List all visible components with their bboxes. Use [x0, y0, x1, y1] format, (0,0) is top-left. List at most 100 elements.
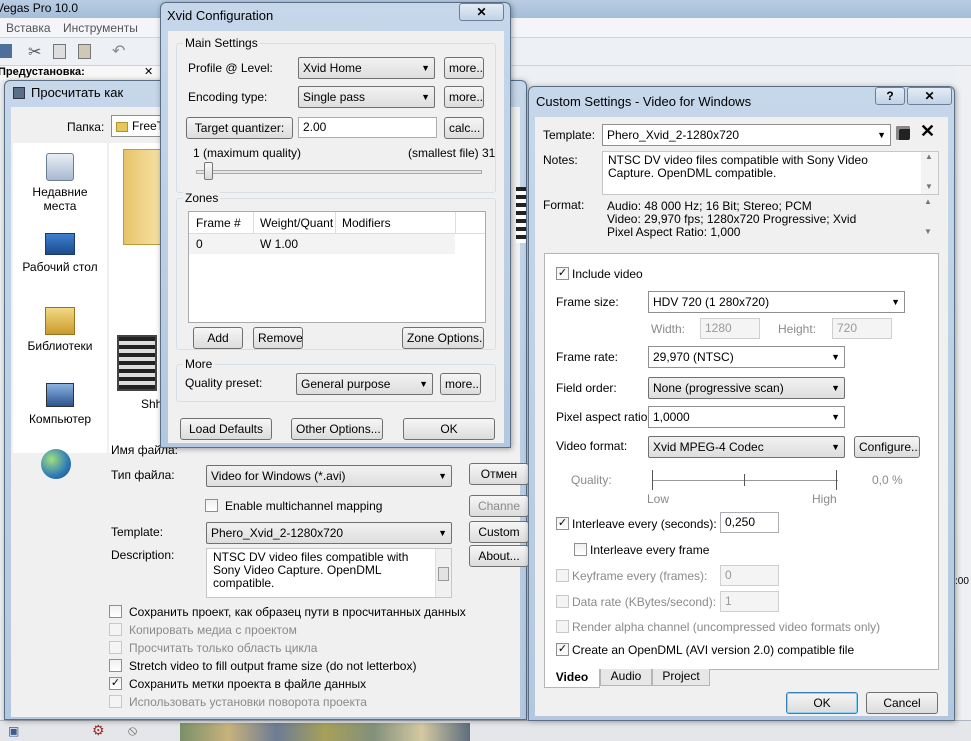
format-scrollbar[interactable]: ▲ ▼ [920, 197, 937, 241]
quality-preset-value: General purpose [301, 377, 391, 391]
option-stretch-video[interactable] [109, 659, 122, 672]
channels-button[interactable]: Channe [469, 495, 529, 517]
video-file-icon[interactable] [117, 335, 157, 391]
scroll-down-icon[interactable]: ▼ [924, 227, 932, 236]
help-button[interactable]: ? [875, 87, 905, 105]
interleave-input[interactable]: 0,250 [720, 512, 779, 533]
scroll-thumb[interactable] [438, 567, 449, 581]
quality-preset-combo[interactable]: General purpose ▼ [296, 373, 433, 395]
folder-label: Папка: [67, 120, 105, 134]
notes-box[interactable]: NTSC DV video files compatible with Sony… [602, 151, 939, 195]
place-desktop[interactable]: Рабочий стол [13, 233, 107, 283]
interleave-checkbox[interactable]: ✓ [556, 517, 569, 530]
notes-scrollbar[interactable]: ▲ ▼ [921, 152, 938, 194]
datarate-input[interactable]: 1 [720, 591, 779, 612]
field-order-combo[interactable]: None (progressive scan) ▼ [648, 377, 845, 399]
template-combo[interactable]: Phero_Xvid_2-1280x720 ▼ [206, 522, 452, 544]
datarate-checkbox[interactable] [556, 595, 569, 608]
configure-button[interactable]: Configure... [854, 436, 920, 458]
paste-icon[interactable] [78, 44, 91, 59]
folder-big-icon[interactable] [123, 149, 163, 245]
frame-size-combo[interactable]: HDV 720 (1 280x720) ▼ [648, 291, 905, 313]
zones-col-modifiers[interactable]: Modifiers [342, 216, 391, 230]
quality-more-button[interactable]: more... [440, 373, 481, 395]
zones-col-frame[interactable]: Frame # [196, 216, 241, 230]
place-network[interactable] [41, 449, 73, 481]
delete-template-icon[interactable]: ✕ [920, 121, 935, 142]
about-button[interactable]: About... [469, 545, 529, 567]
quality-slider[interactable] [652, 470, 838, 490]
tab-video[interactable]: Video [544, 669, 600, 688]
description-scrollbar[interactable] [435, 549, 451, 597]
profile-more-button[interactable]: more... [444, 57, 484, 79]
scroll-up-icon[interactable]: ▲ [925, 152, 933, 161]
video-format-combo[interactable]: Xvid MPEG-4 Codec ▼ [648, 436, 845, 458]
multichannel-checkbox[interactable] [205, 499, 218, 512]
no-icon[interactable]: ⦸ [128, 722, 137, 739]
keyframe-value: 0 [725, 568, 732, 582]
profile-combo[interactable]: Xvid Home ▼ [298, 57, 435, 79]
scroll-down-icon[interactable]: ▼ [925, 182, 933, 191]
gear-icon[interactable]: ⚙ [92, 722, 105, 739]
width-input[interactable]: 1280 [700, 318, 760, 339]
add-zone-button[interactable]: Add [193, 327, 243, 349]
alpha-checkbox[interactable] [556, 620, 569, 633]
xvid-ok-button[interactable]: OK [403, 418, 495, 440]
table-row[interactable]: 0 W 1.00 [189, 234, 455, 254]
timeline-icon[interactable]: ▣ [8, 724, 19, 738]
height-input[interactable]: 720 [832, 318, 892, 339]
remove-zone-button[interactable]: Remove [253, 327, 303, 349]
calc-button[interactable]: calc... [444, 117, 484, 139]
other-options-button[interactable]: Other Options... [291, 418, 383, 440]
keyframe-input[interactable]: 0 [720, 565, 779, 586]
toolbar-icon[interactable] [0, 44, 12, 58]
ok-label: OK [813, 696, 831, 710]
about-label: About... [478, 549, 520, 563]
keyframe-checkbox[interactable] [556, 569, 569, 582]
copy-icon[interactable] [53, 44, 66, 59]
custom-button[interactable]: Custom [469, 521, 529, 543]
custom-settings-dialog: Custom Settings - Video for Windows ? ✕ … [528, 86, 955, 721]
undo-icon[interactable]: ↶ [112, 41, 125, 61]
custom-cancel-button[interactable]: Cancel [866, 692, 938, 714]
cancel-button-render[interactable]: Отмен [469, 463, 529, 485]
zone-options-button[interactable]: Zone Options... [402, 327, 484, 349]
frame-rate-combo[interactable]: 29,970 (NTSC) ▼ [648, 346, 845, 368]
tab-project[interactable]: Project [652, 669, 710, 686]
option-save-markers[interactable]: ✓ [109, 677, 122, 690]
custom-ok-button[interactable]: OK [786, 692, 858, 714]
interleave-frame-checkbox[interactable] [574, 543, 587, 556]
option-loop-region[interactable] [109, 641, 122, 654]
filetype-combo[interactable]: Video for Windows (*.avi) ▼ [206, 465, 452, 487]
opendml-checkbox[interactable]: ✓ [556, 643, 569, 656]
template-combo-custom[interactable]: Phero_Xvid_2-1280x720 ▼ [602, 124, 891, 146]
quality-slider-thumb[interactable] [204, 162, 213, 180]
xvid-close-button[interactable]: ✕ [459, 3, 504, 21]
scroll-up-icon[interactable]: ▲ [924, 197, 932, 206]
tab-audio[interactable]: Audio [600, 669, 652, 686]
video-format-value: Xvid MPEG-4 Codec [653, 440, 764, 454]
place-recent[interactable]: Недавние места [13, 153, 107, 223]
render-as-title: Просчитать как [31, 85, 124, 100]
menu-tools[interactable]: Инструменты [63, 21, 138, 35]
encoding-combo[interactable]: Single pass ▼ [298, 86, 435, 108]
option-rotation[interactable] [109, 695, 122, 708]
target-quantizer-input[interactable]: 2.00 [298, 117, 437, 138]
place-libraries[interactable]: Библиотеки [13, 307, 107, 357]
quality-slider-track[interactable] [196, 170, 482, 174]
option-copy-media[interactable] [109, 623, 122, 636]
menu-insert[interactable]: Вставка [6, 21, 51, 35]
encoding-more-button[interactable]: more... [444, 86, 484, 108]
custom-close-button[interactable]: ✕ [907, 87, 952, 105]
par-combo[interactable]: 1,0000 ▼ [648, 406, 845, 428]
include-video-checkbox[interactable]: ✓ [556, 267, 569, 280]
option-save-project[interactable] [109, 605, 122, 618]
load-defaults-button[interactable]: Load Defaults [180, 418, 272, 440]
panel-close-icon[interactable]: ✕ [144, 65, 153, 78]
place-computer[interactable]: Компьютер [13, 383, 107, 433]
save-template-icon[interactable] [896, 126, 910, 140]
cut-icon[interactable]: ✂ [28, 42, 41, 62]
filetype-label: Тип файла: [111, 468, 175, 482]
zones-col-weight[interactable]: Weight/Quant [260, 216, 333, 230]
target-quantizer-button[interactable]: Target quantizer: [186, 117, 293, 139]
